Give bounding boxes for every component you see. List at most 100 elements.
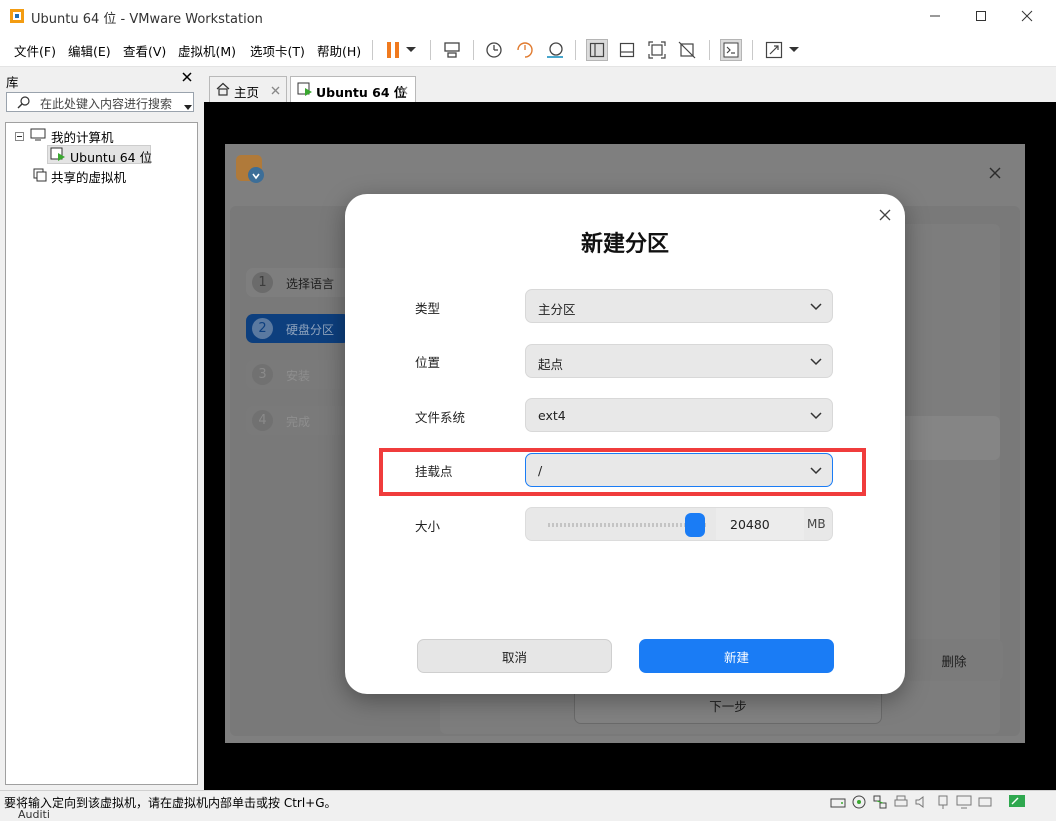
tree-item-shared-vms[interactable]: 共享的虚拟机 bbox=[51, 167, 126, 186]
usb-icon[interactable] bbox=[935, 794, 951, 813]
mount-point-label: 挂载点 bbox=[415, 464, 453, 479]
revert-snapshot-icon[interactable] bbox=[514, 39, 536, 61]
toolbar-separator bbox=[709, 40, 710, 60]
library-tree: 我的计算机 Ubuntu 64 位 共享的虚拟机 bbox=[5, 122, 198, 785]
step-4: 4 完成 bbox=[246, 406, 350, 435]
status-bar: 要将输入定向到该虚拟机，请在虚拟机内部单击或按 Ctrl+G。 Auditi bbox=[0, 790, 1056, 821]
search-dropdown-icon[interactable] bbox=[184, 99, 192, 113]
filesystem-select[interactable]: ext4 bbox=[525, 398, 833, 432]
menu-file[interactable]: 文件(F) bbox=[14, 41, 56, 60]
search-icon bbox=[17, 95, 31, 112]
installer-close-icon[interactable] bbox=[989, 167, 1001, 182]
vmware-app-icon bbox=[9, 8, 25, 24]
create-button[interactable]: 新建 bbox=[639, 639, 834, 673]
title-bar: Ubuntu 64 位 - VMware Workstation bbox=[0, 0, 1056, 32]
shared-vms-icon bbox=[33, 168, 47, 185]
partition-row-dimmed bbox=[900, 416, 1000, 460]
tab-ubuntu[interactable]: Ubuntu 64 位 bbox=[290, 76, 416, 102]
pause-dropdown-icon[interactable] bbox=[403, 39, 419, 61]
filesystem-label: 文件系统 bbox=[415, 410, 466, 425]
message-log-icon[interactable] bbox=[1008, 794, 1026, 813]
menu-toolbar: 文件(F) 编辑(E) 查看(V) 虚拟机(M) 选项卡(T) 帮助(H) bbox=[0, 32, 1056, 67]
unity-icon[interactable] bbox=[676, 39, 698, 61]
library-title: 库 bbox=[6, 75, 19, 90]
computer-icon bbox=[30, 128, 46, 144]
display-icon[interactable] bbox=[956, 794, 972, 813]
step-1: 1 选择语言 bbox=[246, 268, 350, 297]
tab-ubuntu-close-icon[interactable] bbox=[399, 84, 408, 98]
search-placeholder: 在此处键入内容进行搜索 bbox=[40, 97, 173, 111]
menu-help[interactable]: 帮助(H) bbox=[317, 41, 361, 60]
console-view-icon[interactable] bbox=[720, 39, 742, 61]
type-value: 主分区 bbox=[538, 302, 576, 317]
tab-home-close-icon[interactable] bbox=[271, 84, 280, 98]
mount-point-select[interactable]: / bbox=[525, 453, 833, 487]
send-keys-icon[interactable] bbox=[441, 39, 463, 61]
size-unit: MB bbox=[807, 517, 826, 531]
tab-home[interactable]: 主页 bbox=[209, 76, 287, 102]
show-library-icon[interactable] bbox=[586, 39, 608, 61]
cd-drive-icon[interactable] bbox=[851, 794, 867, 813]
toolbar-separator bbox=[575, 40, 576, 60]
snapshot-manager-icon[interactable] bbox=[544, 39, 566, 61]
size-slider-track[interactable] bbox=[548, 523, 708, 527]
hard-disk-icon[interactable] bbox=[830, 794, 846, 813]
chevron-down-icon bbox=[810, 355, 822, 369]
close-window-button[interactable] bbox=[1004, 0, 1050, 32]
menu-edit[interactable]: 编辑(E) bbox=[68, 41, 111, 60]
toolbar-separator bbox=[372, 40, 373, 60]
toolbar-separator bbox=[752, 40, 753, 60]
tree-item-my-computer[interactable]: 我的计算机 bbox=[51, 127, 114, 146]
snapshot-icon[interactable] bbox=[483, 39, 505, 61]
status-message: 要将输入定向到该虚拟机，请在虚拟机内部单击或按 Ctrl+G。 bbox=[4, 796, 337, 810]
vm-running-icon bbox=[297, 82, 313, 100]
toolbar-separator bbox=[473, 40, 474, 60]
mount-point-value: / bbox=[538, 463, 543, 478]
installer-logo-icon bbox=[236, 155, 266, 188]
thumbnail-bar-icon[interactable] bbox=[616, 39, 638, 61]
library-panel: 库 在此处键入内容进行搜索 我的计算机 Ubuntu 64 位 共享的虚拟机 bbox=[0, 67, 203, 790]
network-icon[interactable] bbox=[872, 794, 888, 813]
delete-partition-button: 删除 bbox=[905, 639, 1003, 681]
position-label: 位置 bbox=[415, 355, 441, 370]
step-3: 3 安装 bbox=[246, 360, 350, 389]
menu-view[interactable]: 查看(V) bbox=[123, 41, 166, 60]
device-icon[interactable] bbox=[977, 794, 993, 813]
status-bottom-text: Auditi bbox=[18, 808, 50, 821]
size-slider-thumb[interactable] bbox=[685, 513, 706, 537]
tree-item-ubuntu-vm[interactable]: Ubuntu 64 位 bbox=[70, 147, 152, 166]
collapse-toggle-icon[interactable] bbox=[15, 130, 24, 144]
home-icon bbox=[216, 82, 230, 99]
menu-tabs[interactable]: 选项卡(T) bbox=[250, 41, 305, 60]
library-search-input[interactable]: 在此处键入内容进行搜索 bbox=[6, 92, 194, 112]
dialog-close-icon[interactable] bbox=[879, 209, 891, 224]
stretch-view-icon[interactable] bbox=[763, 39, 785, 61]
dialog-title: 新建分区 bbox=[580, 232, 669, 257]
full-screen-icon[interactable] bbox=[646, 39, 668, 61]
filesystem-value: ext4 bbox=[538, 408, 566, 423]
cancel-button[interactable]: 取消 bbox=[417, 639, 612, 673]
chevron-down-icon bbox=[810, 409, 822, 423]
sound-icon[interactable] bbox=[914, 794, 930, 813]
position-value: 起点 bbox=[538, 357, 564, 372]
library-close-icon[interactable] bbox=[182, 70, 192, 86]
type-select[interactable]: 主分区 bbox=[525, 289, 833, 323]
maximize-button[interactable] bbox=[958, 0, 1004, 32]
new-partition-dialog: 新建分区 类型 主分区 位置 起点 文件系统 ext4 挂载点 / 大小 204… bbox=[345, 194, 905, 694]
stretch-dropdown-icon[interactable] bbox=[787, 39, 801, 61]
pause-icon[interactable] bbox=[382, 39, 404, 61]
vm-running-icon bbox=[50, 147, 66, 165]
size-label: 大小 bbox=[415, 519, 441, 534]
position-select[interactable]: 起点 bbox=[525, 344, 833, 378]
menu-vm[interactable]: 虚拟机(M) bbox=[178, 41, 236, 60]
printer-icon[interactable] bbox=[893, 794, 909, 813]
chevron-down-icon bbox=[810, 300, 822, 314]
minimize-button[interactable] bbox=[912, 0, 958, 32]
tab-home-label: 主页 bbox=[234, 85, 260, 100]
window-title: Ubuntu 64 位 - VMware Workstation bbox=[31, 12, 263, 27]
type-label: 类型 bbox=[415, 301, 441, 316]
tab-ubuntu-label: Ubuntu 64 位 bbox=[316, 85, 407, 100]
tab-strip: 主页 Ubuntu 64 位 bbox=[204, 67, 1056, 102]
size-control: 20480 MB bbox=[525, 507, 833, 541]
toolbar-separator bbox=[430, 40, 431, 60]
